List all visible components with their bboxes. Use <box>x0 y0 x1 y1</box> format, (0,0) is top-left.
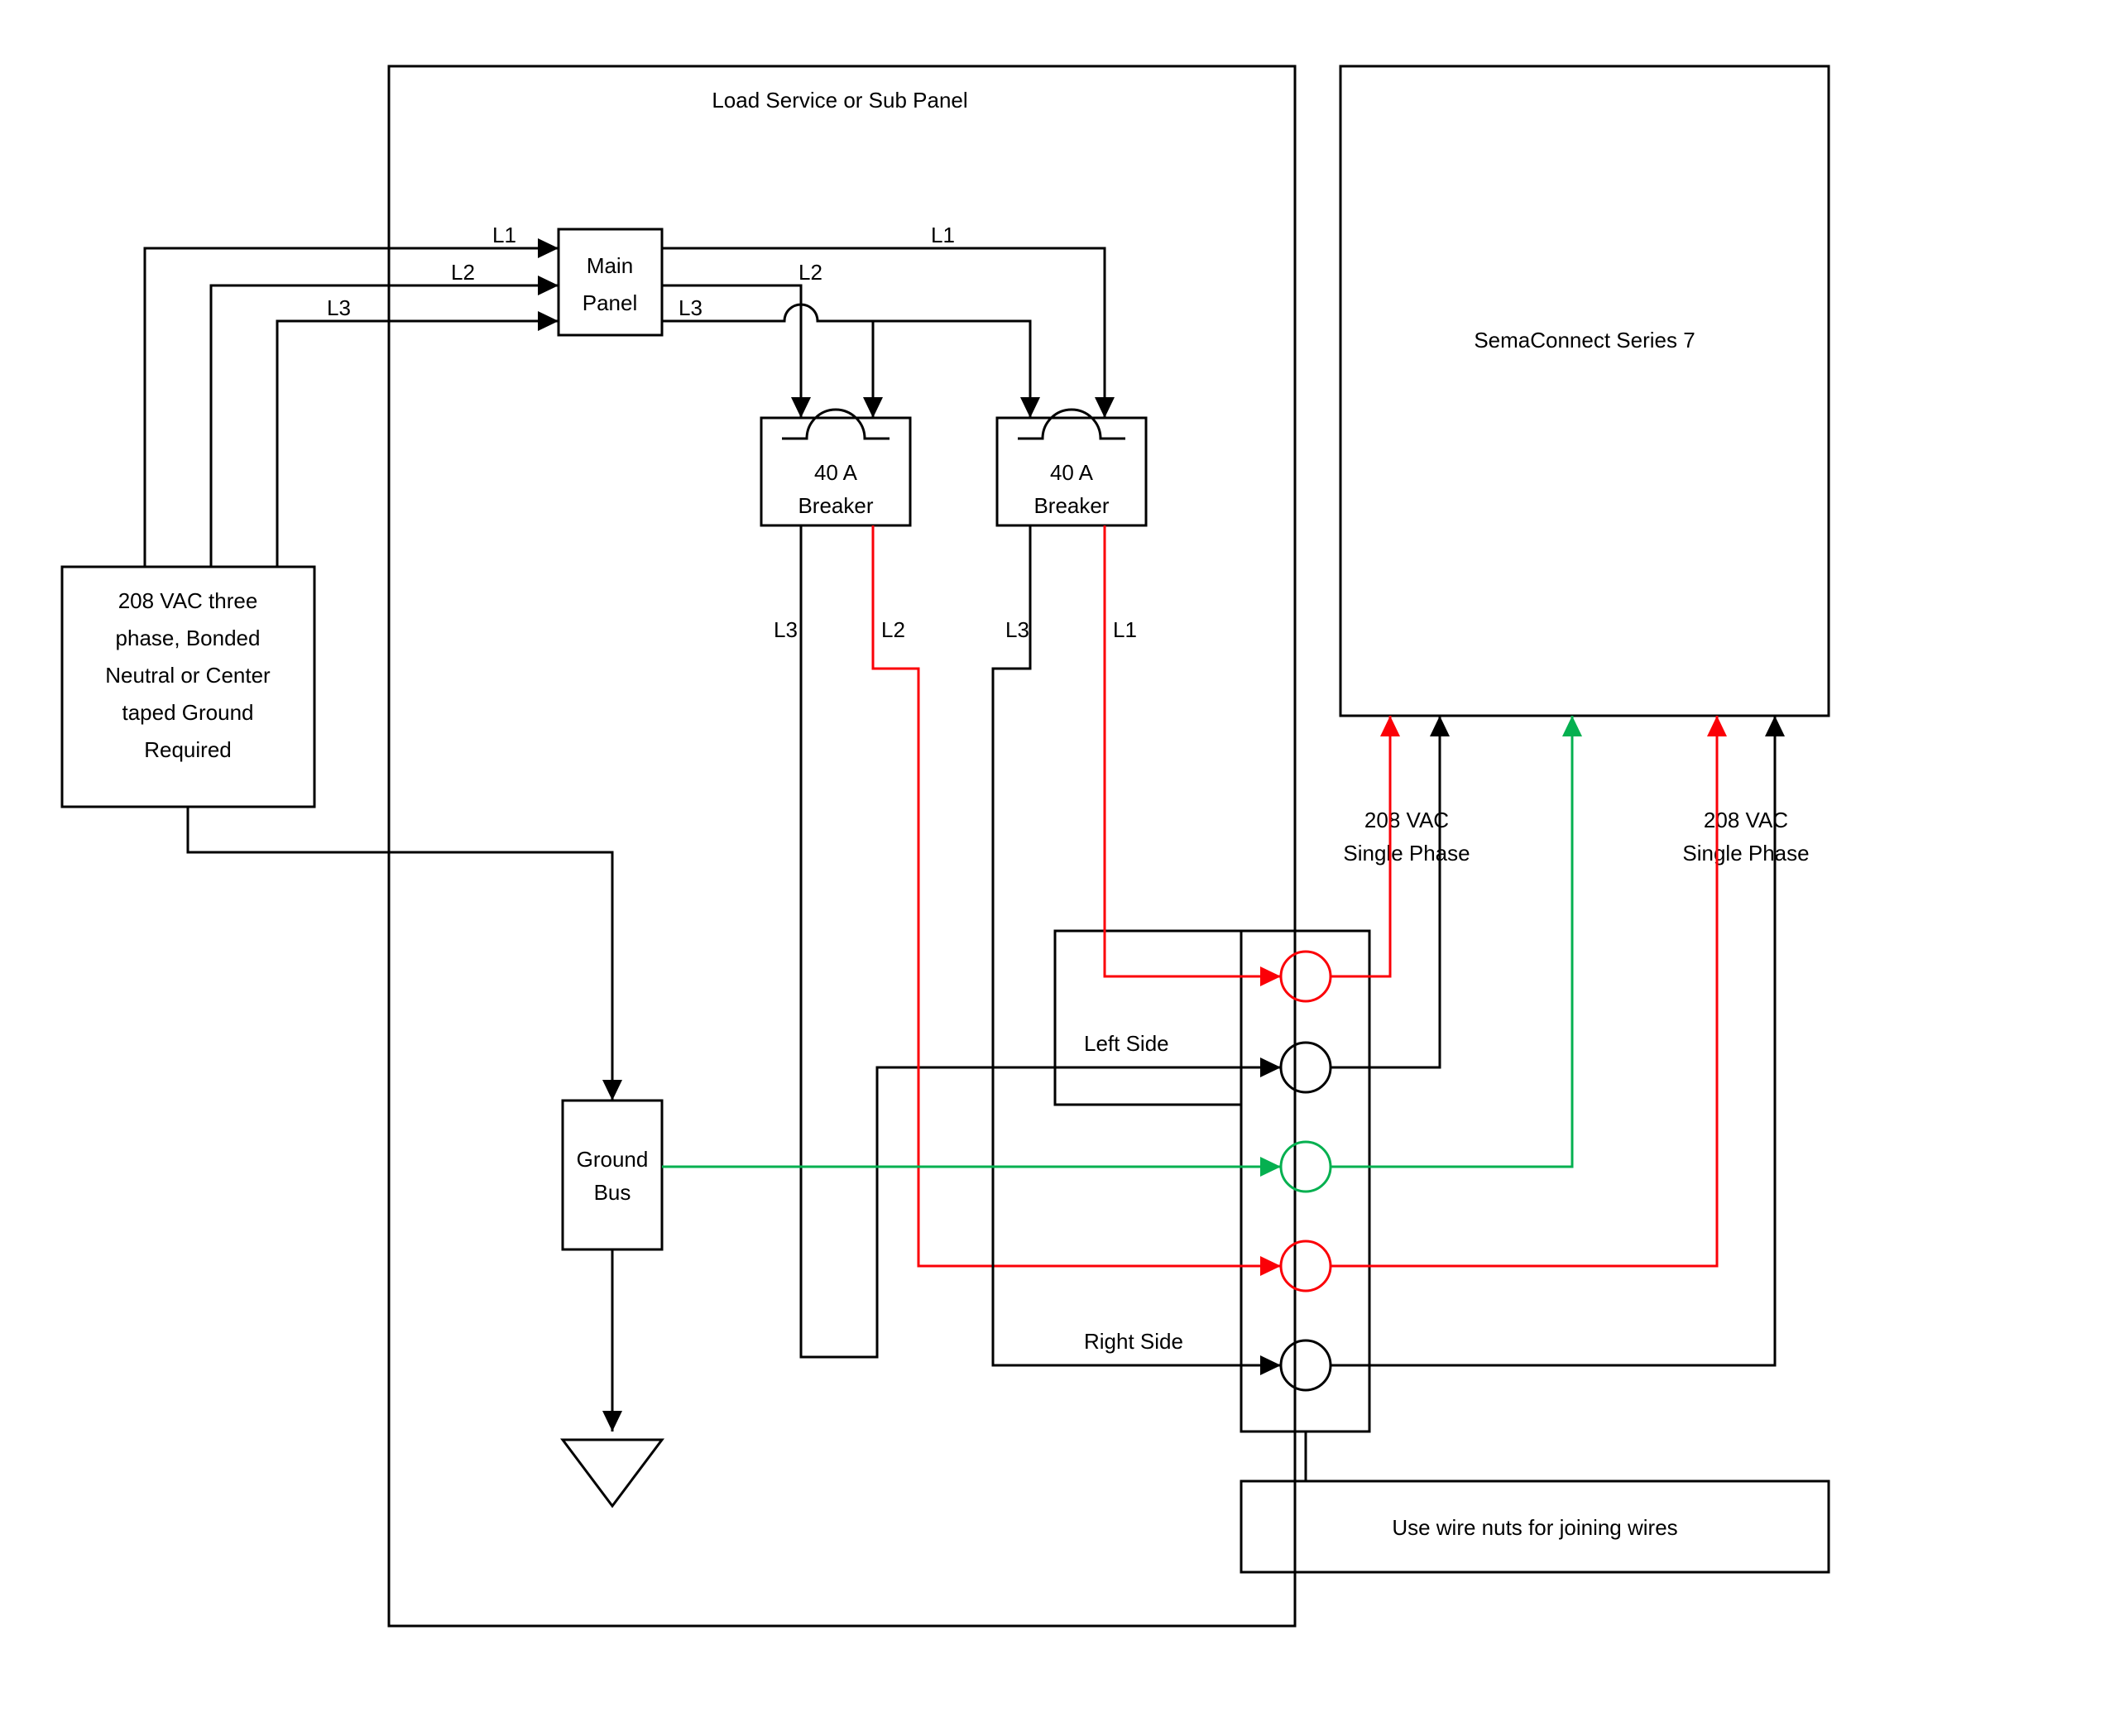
arrow-L2-in <box>538 276 559 295</box>
source-line4: taped Ground <box>122 700 253 725</box>
arrow-ground-device <box>1562 716 1582 736</box>
panel-title: Load Service or Sub Panel <box>712 88 967 113</box>
wire-brkA-L2 <box>873 525 1281 1266</box>
label-brkA-L3: L3 <box>774 617 798 642</box>
arrow-ground-in <box>1260 1157 1281 1177</box>
breaker-a-l1: 40 A <box>814 460 858 485</box>
label-L3-out: L3 <box>679 295 703 320</box>
wire-source-ground <box>188 807 612 1101</box>
main-panel-l1: Main <box>587 253 633 278</box>
breaker-b-l2: Breaker <box>1033 493 1109 518</box>
arrow-nut1-device <box>1380 716 1400 736</box>
arrow-L2-out <box>791 397 811 418</box>
source-line1: 208 VAC three <box>118 588 258 613</box>
left-side-box <box>1055 931 1241 1105</box>
breaker-a-l2: Breaker <box>798 493 873 518</box>
ground-bus-box <box>563 1101 662 1249</box>
wire-L2-in <box>211 285 559 567</box>
label-brkB-L3: L3 <box>1005 617 1029 642</box>
breaker-b-fuse <box>1018 410 1125 439</box>
nut-5-black <box>1281 1340 1331 1390</box>
label-brkB-L1: L1 <box>1113 617 1137 642</box>
ground-bus-l1: Ground <box>577 1147 649 1172</box>
phase-a-l2: Single Phase <box>1343 841 1470 866</box>
arrow-L3-brkB <box>1020 397 1040 418</box>
arrow-L3-brkA <box>863 397 883 418</box>
source-line2: phase, Bonded <box>116 626 261 650</box>
breaker-b-l1: 40 A <box>1050 460 1094 485</box>
wire-brkB-L1 <box>1105 525 1281 976</box>
source-line3: Neutral or Center <box>105 663 271 688</box>
ground-bus-l2: Bus <box>594 1180 631 1205</box>
wiring-diagram: Load Service or Sub Panel 208 VAC three … <box>0 0 2110 1736</box>
wire-nuts-label: Use wire nuts for joining wires <box>1392 1515 1677 1540</box>
nut-1-red <box>1281 952 1331 1001</box>
arrow-source-ground <box>602 1080 622 1101</box>
wire-nut2-device <box>1331 716 1440 1067</box>
wire-L3-in <box>277 321 559 567</box>
arrow-brkB-L1 <box>1260 966 1281 986</box>
ground-symbol <box>563 1440 662 1506</box>
wire-brkB-L3 <box>993 525 1281 1365</box>
label-L1-out: L1 <box>931 223 955 247</box>
wire-ground-to-device <box>1331 716 1572 1167</box>
source-line5: Required <box>144 737 232 762</box>
arrow-L1-in <box>538 238 559 258</box>
arrow-ground-down <box>602 1411 622 1431</box>
label-L1-in: L1 <box>492 223 516 247</box>
main-panel-box <box>559 229 662 335</box>
arrow-nut4-device <box>1707 716 1727 736</box>
wire-L1-in <box>145 248 559 567</box>
arrow-brkA-L3 <box>1260 1057 1281 1077</box>
device-label: SemaConnect Series 7 <box>1474 328 1695 352</box>
wire-nut4-device <box>1331 716 1717 1266</box>
left-side-label: Left Side <box>1084 1031 1169 1056</box>
phase-a-l1: 208 VAC <box>1364 808 1449 832</box>
panel-box <box>389 66 1295 1626</box>
arrow-brkA-L2 <box>1260 1256 1281 1276</box>
label-brkA-L2: L2 <box>881 617 905 642</box>
phase-b-l2: Single Phase <box>1682 841 1809 866</box>
arrow-L3-in <box>538 311 559 331</box>
arrow-nut2-device <box>1430 716 1450 736</box>
main-panel-l2: Panel <box>583 290 638 315</box>
label-L3-in: L3 <box>327 295 351 320</box>
label-L2-in: L2 <box>451 260 475 285</box>
arrow-L1-out <box>1095 397 1115 418</box>
nut-4-red <box>1281 1241 1331 1291</box>
wire-L3-brkB <box>662 305 1030 418</box>
label-L2-out: L2 <box>798 260 822 285</box>
device-box <box>1340 66 1829 716</box>
nut-3-green <box>1281 1142 1331 1192</box>
arrow-nut5-device <box>1765 716 1785 736</box>
right-side-label: Right Side <box>1084 1329 1183 1354</box>
wire-L1-out <box>662 248 1105 418</box>
nut-2-black <box>1281 1043 1331 1092</box>
arrow-brkB-L3 <box>1260 1355 1281 1375</box>
